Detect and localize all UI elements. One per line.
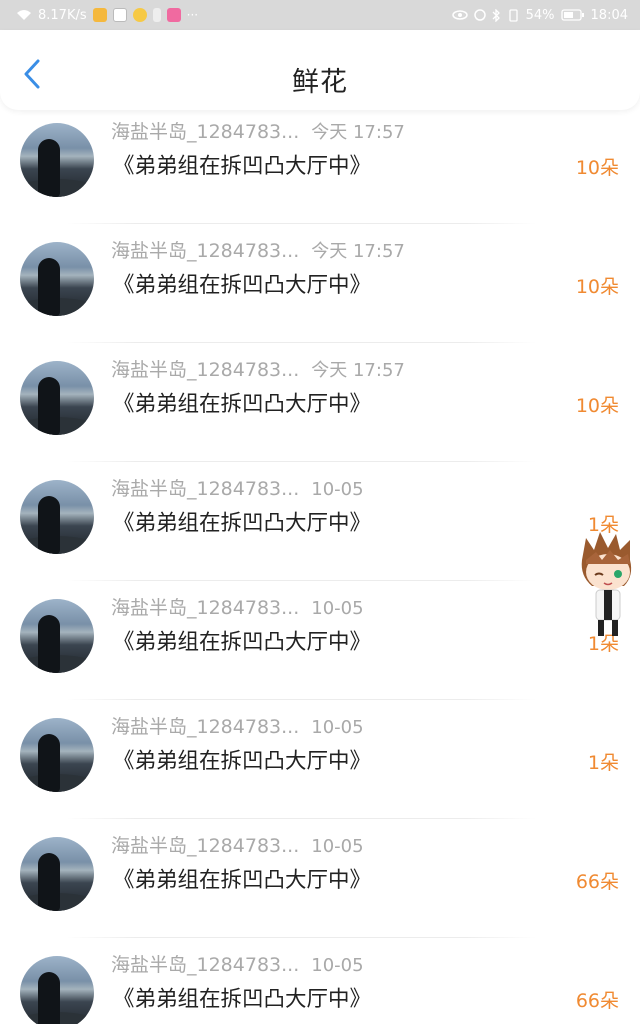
work-title[interactable]: 《弟弟组在拆凹凸大厅中》 xyxy=(113,982,371,1013)
page-header: 鲜花 xyxy=(0,30,640,110)
flower-amount: 66朵 xyxy=(575,871,619,893)
record-meta: 海盐半岛_1284783... 今天 17:57 xyxy=(111,236,405,263)
user-avatar[interactable] xyxy=(20,123,94,197)
pink-app-notification-icon xyxy=(166,8,181,22)
work-title[interactable]: 《弟弟组在拆凹凸大厅中》 xyxy=(113,625,371,656)
alarm-icon xyxy=(473,9,486,21)
user-avatar[interactable] xyxy=(20,837,94,911)
face-app-notification-icon xyxy=(132,8,147,22)
record-meta: 海盐半岛_1284783... 10-05 xyxy=(111,950,364,977)
more-notifications-icon: ··· xyxy=(186,8,199,22)
flower-amount: 10朵 xyxy=(575,157,619,179)
flower-record-list: 海盐半岛_1284783... 今天 17:57 《弟弟组在拆凹凸大厅中》 10朵 海盐… xyxy=(0,105,640,1024)
record-date: 10-05 xyxy=(311,479,364,500)
flower-record-row[interactable]: 海盐半岛_1284783... 10-05 《弟弟组在拆凹凸大厅中》 1朵 xyxy=(0,462,640,581)
work-title[interactable]: 《弟弟组在拆凹凸大厅中》 xyxy=(113,863,371,894)
sender-name: 海盐半岛_1284783... xyxy=(111,359,300,381)
status-bar: 8.17K/s ··· 54% 18:04 xyxy=(0,0,640,30)
folder-notification-icon xyxy=(92,8,107,22)
record-meta: 海盐半岛_1284783... 10-05 xyxy=(111,474,364,501)
work-title[interactable]: 《弟弟组在拆凹凸大厅中》 xyxy=(113,387,371,418)
flower-record-row[interactable]: 海盐半岛_1284783... 10-05 《弟弟组在拆凹凸大厅中》 1朵 xyxy=(0,700,640,819)
record-date: 10-05 xyxy=(311,717,364,738)
page-title: 鲜花 xyxy=(292,67,348,98)
battery-icon xyxy=(560,9,584,21)
record-date: 今天 17:57 xyxy=(311,360,405,381)
sim-notification-icon xyxy=(152,8,161,22)
vibrate-icon xyxy=(508,8,518,22)
user-avatar[interactable] xyxy=(20,242,94,316)
status-bar-right: 54% 18:04 xyxy=(451,7,640,23)
network-speed: 8.17K/s xyxy=(38,7,87,23)
user-avatar[interactable] xyxy=(20,956,94,1024)
eye-icon xyxy=(451,10,468,20)
work-title[interactable]: 《弟弟组在拆凹凸大厅中》 xyxy=(113,744,371,775)
sender-name: 海盐半岛_1284783... xyxy=(111,240,300,262)
record-date: 10-05 xyxy=(311,598,364,619)
flower-record-row[interactable]: 海盐半岛_1284783... 今天 17:57 《弟弟组在拆凹凸大厅中》 10朵 xyxy=(0,343,640,462)
clock: 18:04 xyxy=(590,7,628,23)
flower-record-row[interactable]: 海盐半岛_1284783... 今天 17:57 《弟弟组在拆凹凸大厅中》 10朵 xyxy=(0,105,640,224)
flower-amount: 10朵 xyxy=(575,395,619,417)
floating-mascot-icon[interactable] xyxy=(576,530,640,640)
record-meta: 海盐半岛_1284783... 今天 17:57 xyxy=(111,117,405,144)
record-meta: 海盐半岛_1284783... 10-05 xyxy=(111,593,364,620)
record-meta: 海盐半岛_1284783... 今天 17:57 xyxy=(111,355,405,382)
sender-name: 海盐半岛_1284783... xyxy=(111,478,300,500)
record-meta: 海盐半岛_1284783... 10-05 xyxy=(111,831,364,858)
work-title[interactable]: 《弟弟组在拆凹凸大厅中》 xyxy=(113,268,371,299)
flower-record-row[interactable]: 海盐半岛_1284783... 10-05 《弟弟组在拆凹凸大厅中》 66朵 xyxy=(0,819,640,938)
sender-name: 海盐半岛_1284783... xyxy=(111,121,300,143)
record-date: 今天 17:57 xyxy=(311,122,405,143)
flower-record-row[interactable]: 海盐半岛_1284783... 今天 17:57 《弟弟组在拆凹凸大厅中》 10朵 xyxy=(0,224,640,343)
flower-amount: 1朵 xyxy=(587,752,619,774)
wifi-icon xyxy=(17,10,31,20)
flower-records-screen: 8.17K/s ··· 54% 18:04 鲜花 海盐半岛_1284783...… xyxy=(0,0,640,1024)
work-title[interactable]: 《弟弟组在拆凹凸大厅中》 xyxy=(113,506,371,537)
sender-name: 海盐半岛_1284783... xyxy=(111,716,300,738)
cat-app-notification-icon xyxy=(112,8,127,22)
user-avatar[interactable] xyxy=(20,480,94,554)
user-avatar[interactable] xyxy=(20,718,94,792)
record-date: 今天 17:57 xyxy=(311,241,405,262)
sender-name: 海盐半岛_1284783... xyxy=(111,954,300,976)
sender-name: 海盐半岛_1284783... xyxy=(111,597,300,619)
bluetooth-icon xyxy=(492,8,500,22)
record-date: 10-05 xyxy=(311,836,364,857)
work-title[interactable]: 《弟弟组在拆凹凸大厅中》 xyxy=(113,149,371,180)
record-meta: 海盐半岛_1284783... 10-05 xyxy=(111,712,364,739)
flower-amount: 66朵 xyxy=(575,990,619,1012)
flower-record-row[interactable]: 海盐半岛_1284783... 10-05 《弟弟组在拆凹凸大厅中》 66朵 xyxy=(0,938,640,1024)
user-avatar[interactable] xyxy=(20,361,94,435)
battery-percent: 54% xyxy=(525,7,555,23)
user-avatar[interactable] xyxy=(20,599,94,673)
status-bar-left: 8.17K/s ··· xyxy=(0,8,198,23)
flower-record-row[interactable]: 海盐半岛_1284783... 10-05 《弟弟组在拆凹凸大厅中》 1朵 xyxy=(0,581,640,700)
record-date: 10-05 xyxy=(311,955,364,976)
sender-name: 海盐半岛_1284783... xyxy=(111,835,300,857)
flower-amount: 10朵 xyxy=(575,276,619,298)
